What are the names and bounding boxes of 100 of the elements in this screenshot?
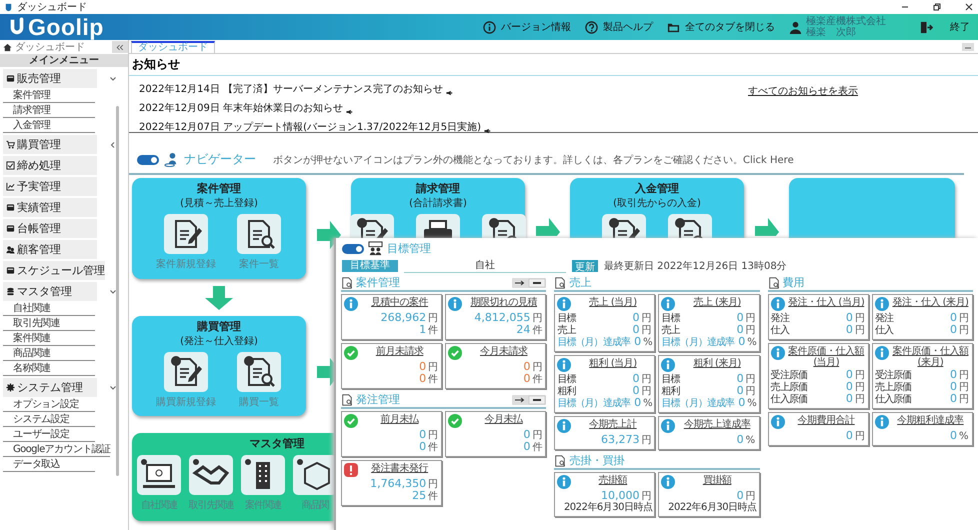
submenu-item[interactable]: 入金管理 (3, 118, 95, 133)
card-title[interactable]: 発注書未発行 (360, 463, 440, 474)
notice-link[interactable]: 2022年12月09日 年末年始休業日のお知らせ (139, 101, 344, 115)
menu-item[interactable]: スケジュール管理 (3, 261, 105, 280)
user-icon (789, 20, 802, 34)
submenu-item[interactable]: システム設定 (3, 412, 95, 427)
menu-item[interactable]: 締め処理 (3, 156, 97, 175)
submenu-item[interactable]: ユーザー設定 (3, 427, 95, 442)
info-icon (770, 346, 785, 360)
header-button[interactable]: 製品ヘルプ (585, 20, 653, 34)
card-title[interactable]: 買掛額 (677, 475, 757, 486)
stat-unit: 円 (958, 394, 969, 405)
chevron-down-icon[interactable] (109, 288, 117, 296)
card-title[interactable]: 今月未請求 (464, 346, 544, 357)
submenu-item[interactable]: データ取込 (3, 457, 95, 472)
card-subtitle: (発注～仕入登録) (180, 334, 258, 348)
chevron-down-icon[interactable] (109, 384, 117, 392)
submenu-item[interactable]: 請求管理 (3, 103, 95, 118)
submenu-item[interactable]: 商品関連 (3, 346, 95, 361)
scrollbar[interactable] (116, 106, 119, 476)
stat-unit: 円 (958, 382, 969, 393)
stat-value: 63,273 (600, 434, 640, 445)
card-title[interactable]: 案件原価・仕入額 (当月) (786, 346, 866, 368)
card-title[interactable]: 前月未払 (360, 414, 440, 425)
shortcut-button[interactable] (601, 214, 647, 238)
stat-unit: 件 (428, 374, 438, 385)
stat-value: 0 (523, 361, 530, 372)
menu-item[interactable]: 購買管理 (3, 135, 97, 154)
menu-item[interactable]: マスタ管理 (3, 282, 97, 301)
card-title[interactable]: 発注・仕入 (来月) (890, 297, 970, 308)
info-icon (661, 297, 676, 311)
header-button[interactable]: 全てのタブを閉じる (667, 20, 775, 34)
stat-value: 4,812,055 (474, 312, 530, 323)
close-icon[interactable] (964, 2, 974, 12)
shortcut-button[interactable] (481, 214, 527, 238)
flow-arrow (205, 286, 233, 310)
submenu-item[interactable]: オプション設定 (3, 397, 95, 412)
card-title[interactable]: 今期粗利達成率 (890, 415, 970, 426)
info-icon (661, 475, 676, 489)
menu-item[interactable]: 実績管理 (3, 198, 97, 217)
card-title[interactable]: 粗利 (来月) (677, 358, 757, 369)
view-switch[interactable] (512, 394, 546, 404)
exit-button[interactable]: 終了 (920, 20, 970, 34)
checkbox-icon (6, 161, 15, 170)
menu-item[interactable]: 台帳管理 (3, 219, 97, 238)
notice-link[interactable]: 2022年12月14日 【完了済】サーバーメンテナンス完了のお知らせ (139, 82, 444, 96)
header-button[interactable]: バージョン情報 (483, 20, 571, 34)
shortcut-button[interactable] (667, 214, 713, 238)
stat-unit: 円 (958, 370, 969, 381)
info-icon (874, 346, 889, 360)
chevron-left-icon[interactable] (109, 140, 117, 148)
card-title[interactable]: 今期売上達成率 (677, 419, 757, 430)
card-title[interactable]: 見積中の案件 (360, 297, 440, 308)
chevron-down-icon[interactable] (109, 74, 117, 82)
submenu-item[interactable]: 取引先関連 (3, 316, 95, 331)
submenu-item[interactable]: 案件関連 (3, 331, 95, 346)
view-all-link[interactable]: すべてのお知らせを表示 (748, 84, 858, 134)
submenu-item[interactable]: Googleアカウント認証 (3, 442, 110, 457)
card-title[interactable]: 今期売上計 (573, 419, 652, 430)
toggle-switch[interactable] (342, 244, 364, 254)
stat-value: 10,000 (600, 490, 640, 501)
shortcut-button[interactable] (415, 214, 461, 238)
stat-unit: % (958, 431, 969, 442)
stat-unit: 円 (958, 325, 969, 336)
stat-unit: 円 (746, 374, 756, 385)
card-title[interactable]: 売上 (当月) (573, 297, 652, 308)
menu-item[interactable]: システム管理 (3, 378, 97, 397)
toggle-switch[interactable] (137, 154, 159, 164)
check-icon (448, 414, 462, 428)
card-title[interactable]: 今月未払 (464, 414, 544, 425)
card-title[interactable]: 売掛額 (573, 475, 652, 486)
submenu-item[interactable]: 自社関連 (3, 301, 95, 316)
collapse-button[interactable] (112, 41, 128, 53)
menu-item[interactable]: 予実管理 (3, 177, 97, 196)
submenu-item[interactable]: 案件管理 (3, 88, 95, 103)
card-title[interactable]: 発注・仕入 (当月) (786, 297, 866, 308)
submenu-item[interactable]: 名称関連 (3, 361, 95, 376)
logo-icon (8, 17, 26, 37)
shortcut-button[interactable] (349, 214, 395, 238)
restore-icon[interactable] (932, 2, 942, 12)
row-label: 発注 (770, 313, 789, 324)
card-title[interactable]: 粗利 (当月) (573, 358, 652, 369)
card-title[interactable]: 前月未請求 (360, 346, 440, 357)
card-title[interactable]: 売上 (来月) (677, 297, 757, 308)
document-search-icon (237, 214, 281, 254)
row-label: 目標（月）達成率 (661, 398, 734, 409)
home-link[interactable]: ダッシュボード (15, 40, 85, 54)
card-title[interactable]: 期限切れの見積 (464, 297, 544, 308)
view-switch[interactable] (512, 278, 546, 288)
card-title[interactable]: 案件原価・仕入額 (来月) (890, 346, 970, 368)
row-label: 仕入原価 (770, 394, 808, 405)
notice-link[interactable]: 2022年12月07日 アップデート情報(バージョン1.37/2022年12月5日実施) (139, 120, 482, 134)
stat-value: 0 (736, 385, 744, 396)
stat-value: 0 (634, 336, 642, 347)
stat-unit: 円 (532, 313, 542, 324)
card-title[interactable]: 今期費用合計 (786, 415, 866, 426)
menu-item[interactable]: 販売管理 (3, 69, 97, 88)
menu-item[interactable]: 顧客管理 (3, 240, 97, 259)
flow-arrow (316, 220, 340, 248)
stat-value: 0 (950, 324, 957, 335)
